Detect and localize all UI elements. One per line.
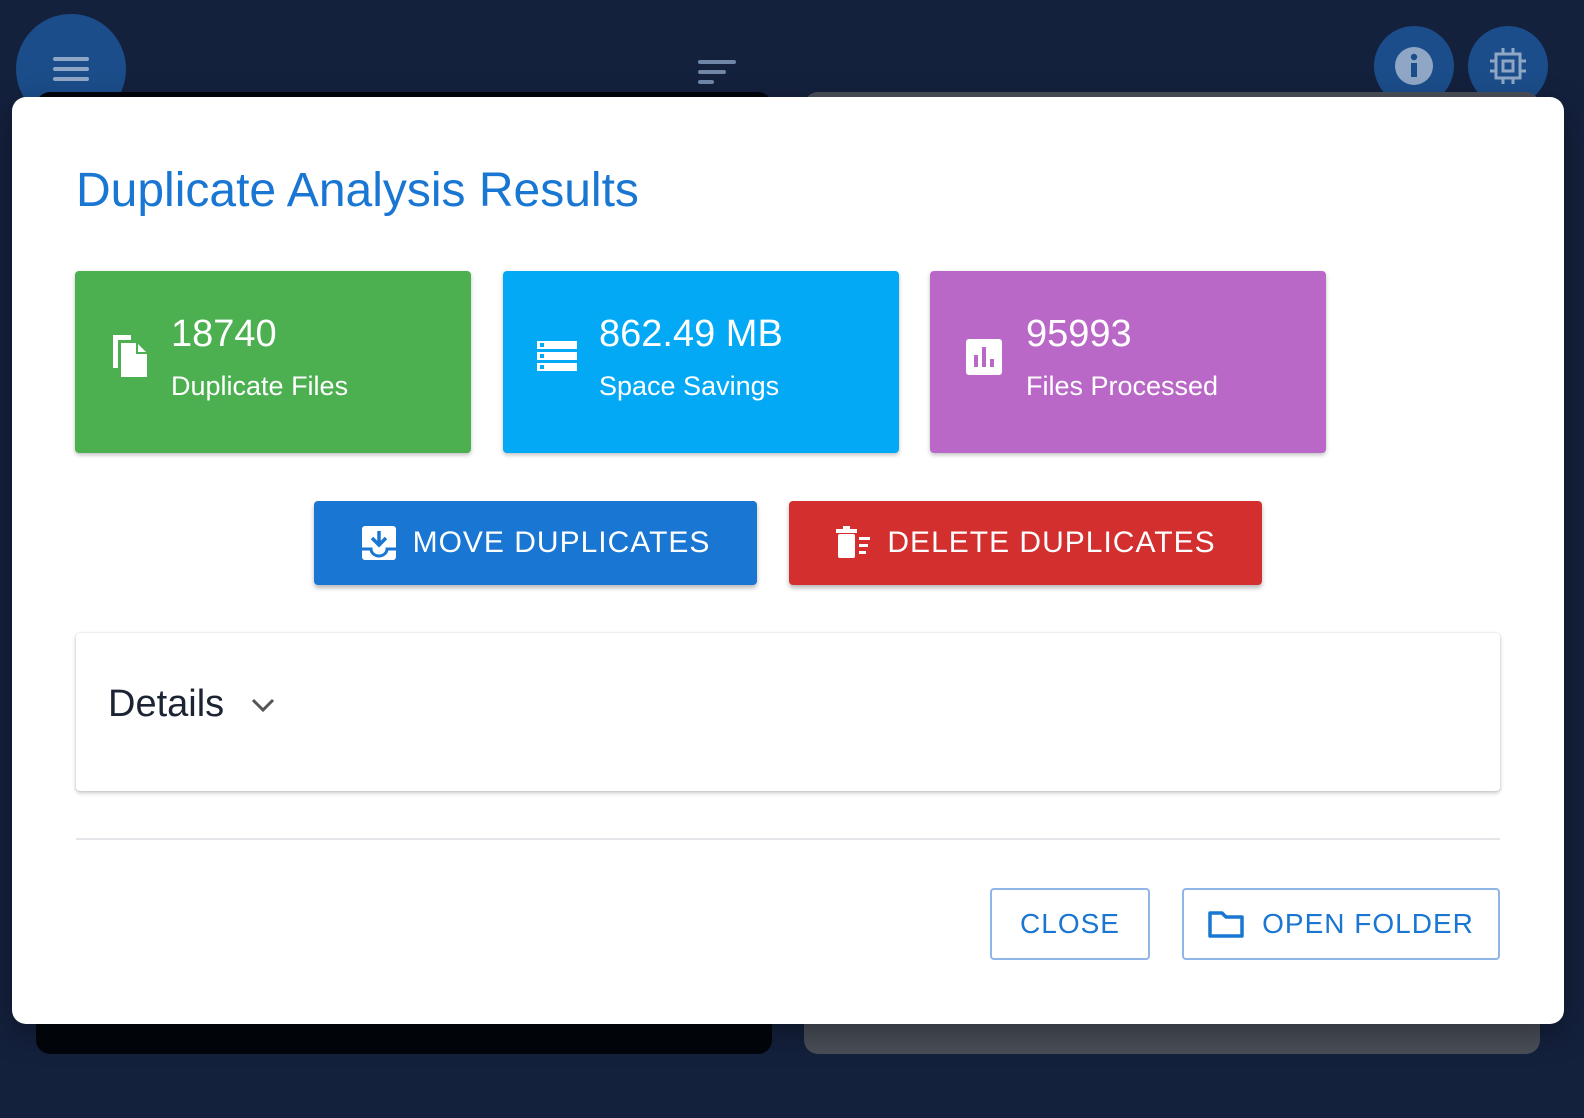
stat-label: Duplicate Files (171, 371, 349, 401)
close-label: CLOSE (1020, 908, 1120, 939)
close-button[interactable]: CLOSE (990, 888, 1150, 960)
stat-card-duplicate-files: 18740 Duplicate Files (75, 271, 471, 453)
move-duplicates-button[interactable]: MOVE DUPLICATES (314, 501, 757, 585)
stat-card-space-savings: 862.49 MB Space Savings (503, 271, 899, 453)
stat-value: 18740 (171, 313, 277, 355)
delete-duplicates-button[interactable]: DELETE DUPLICATES (789, 501, 1262, 585)
stat-value: 95993 (1026, 313, 1132, 355)
stat-value: 862.49 MB (599, 313, 783, 355)
delete-sweep-icon (836, 526, 871, 558)
stat-label: Files Processed (1026, 371, 1219, 401)
stat-label: Space Savings (599, 371, 780, 401)
storage-icon (537, 341, 577, 371)
file-copy-icon (113, 335, 147, 377)
info-icon (1395, 47, 1433, 85)
move-duplicates-label: MOVE DUPLICATES (412, 526, 711, 559)
open-folder-button[interactable]: OPEN FOLDER (1182, 888, 1500, 960)
divider (76, 838, 1500, 840)
bar-chart-icon (966, 339, 1002, 375)
folder-icon (1208, 911, 1244, 938)
hamburger-icon (53, 51, 89, 87)
details-toggle[interactable]: Details (108, 683, 276, 726)
sort-icon[interactable] (698, 60, 736, 90)
delete-duplicates-label: DELETE DUPLICATES (887, 526, 1216, 559)
dialog-title: Duplicate Analysis Results (76, 164, 639, 217)
open-folder-label: OPEN FOLDER (1262, 908, 1474, 939)
details-title: Details (108, 683, 225, 725)
details-panel: Details (76, 633, 1500, 791)
results-dialog: Duplicate Analysis Results 18740 Duplica… (12, 97, 1564, 1024)
chip-icon (1490, 48, 1526, 84)
chevron-down-icon (252, 698, 275, 712)
stat-card-files-processed: 95993 Files Processed (930, 271, 1326, 453)
move-to-inbox-icon (361, 526, 396, 560)
